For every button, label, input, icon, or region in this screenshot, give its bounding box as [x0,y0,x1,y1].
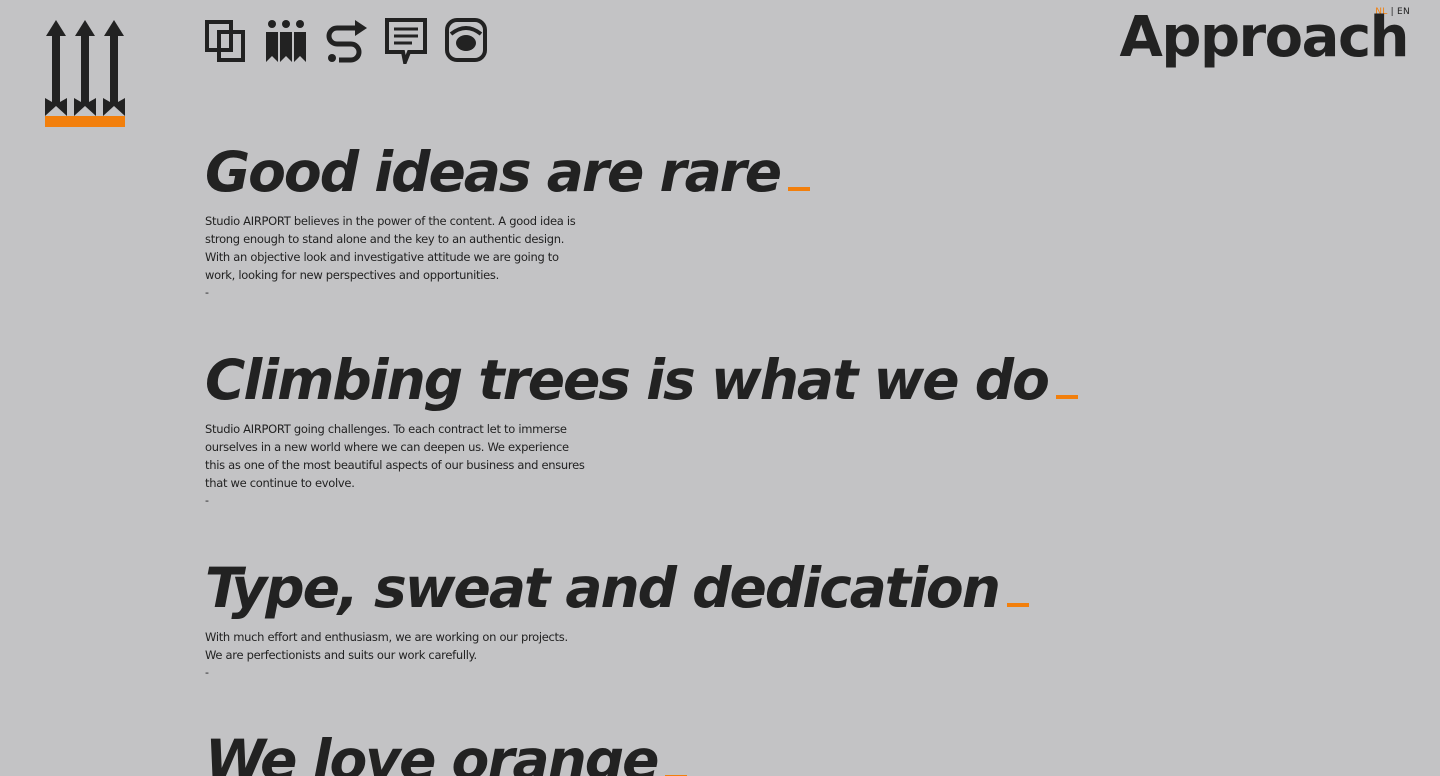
approach-icon [326,20,367,63]
people-icon [266,20,306,62]
section-heading-text: Good ideas are rare [205,140,782,204]
section-good-ideas: Good ideas are rare Studio AIRPORT belie… [205,138,1205,302]
section-heading-text: Climbing trees is what we do [205,348,1050,412]
nav-portfolio[interactable] [205,18,247,64]
nav-approach[interactable] [325,18,367,64]
news-icon [385,18,427,64]
logo-orange-bar [45,116,125,127]
main-content: Good ideas are rare Studio AIRPORT belie… [205,138,1205,776]
section-type-sweat: Type, sweat and dedication With much eff… [205,554,1205,682]
section-dash: - [205,666,209,679]
section-heading: Good ideas are rare [205,138,1205,206]
portfolio-icon [205,20,245,62]
three-arrows-logo-icon [45,20,125,116]
orange-underscore [1006,603,1029,607]
section-dash: - [205,286,209,299]
section-text: With much effort and enthusiasm, we are … [205,630,568,662]
page-title: Approach [1119,5,1410,70]
section-heading: Type, sweat and dedication [205,554,1205,622]
section-heading: Climbing trees is what we do [205,346,1205,414]
section-heading-text: Type, sweat and dedication [205,556,1001,620]
section-we-love-orange: We love orange [205,726,1205,776]
section-heading: We love orange [205,726,1205,776]
nav-contact[interactable] [445,18,487,64]
orange-underscore [788,187,811,191]
contact-phone-icon [445,18,487,62]
section-text: Studio AIRPORT going challenges. To each… [205,422,585,490]
section-climbing-trees: Climbing trees is what we do Studio AIRP… [205,346,1205,510]
section-heading-text: We love orange [205,728,659,776]
studio-airport-logo[interactable] [45,20,125,127]
orange-underscore [1055,395,1078,399]
main-nav [205,18,487,64]
nav-news[interactable] [385,18,427,64]
section-text: Studio AIRPORT believes in the power of … [205,214,576,282]
nav-people[interactable] [265,18,307,64]
section-dash: - [205,494,209,507]
